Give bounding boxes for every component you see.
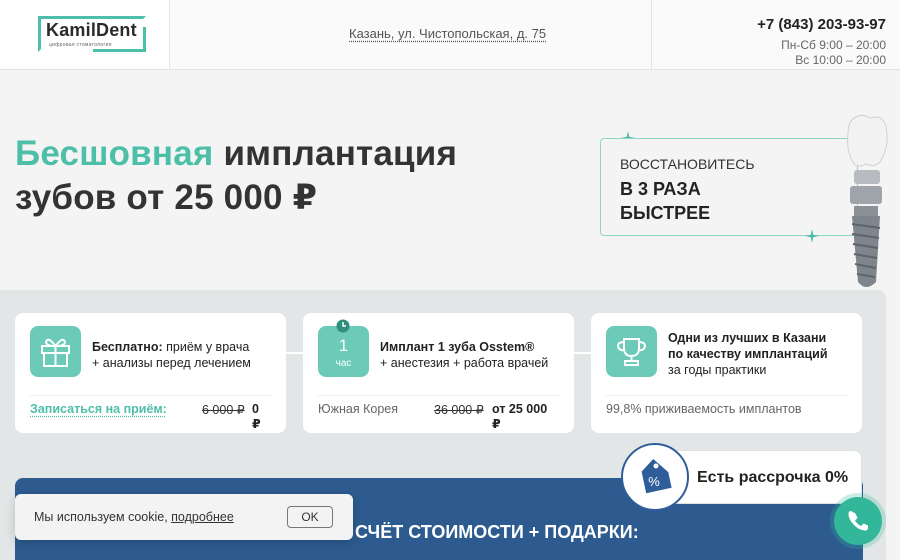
hour-number: 1 [338, 336, 349, 355]
call-button[interactable] [834, 497, 882, 545]
card-bold: Одни из лучших в Казани [668, 331, 827, 345]
new-price: от 25 000 ₽ [492, 402, 548, 431]
card-free-consultation: Бесплатно: приём у врача + анализы перед… [15, 313, 286, 433]
promo-big-text: В 3 РАЗА БЫСТРЕЕ [620, 177, 710, 225]
logo-subtitle: цифровая стоматология [49, 42, 112, 48]
svg-text:%: % [648, 474, 660, 489]
card-text: Имплант 1 зуба Osstem® + анестезия + раб… [380, 339, 548, 371]
old-price: 36 000 ₽ [434, 403, 484, 417]
card-line2: + анестезия + работа врачей [380, 356, 549, 370]
promo-badge: ВОССТАНОВИТЕСЬ В 3 РАЗА БЫСТРЕЕ [600, 138, 858, 236]
percent-tag-icon: % [641, 458, 672, 494]
hours-sunday: Вс 10:00 – 20:00 [795, 53, 886, 67]
banner-text: СЧЁТ СТОИМОСТИ + ПОДАРКИ: [355, 522, 639, 542]
cookie-ok-button[interactable]: OK [287, 506, 333, 528]
hours-weekdays: Пн-Сб 9:00 – 20:00 [781, 38, 886, 52]
site-header: KamilDent цифровая стоматология Казань, … [0, 0, 900, 70]
cookie-text: Мы используем cookie, подробнее [34, 510, 234, 524]
hour-unit: час [335, 358, 352, 369]
implant-hour-tile: 1 час [318, 326, 369, 377]
installment-label: Есть рассрочка 0% [697, 469, 849, 486]
cookie-notice: Мы используем cookie, подробнее OK [15, 494, 353, 540]
logo-name: KamilDent [46, 20, 137, 40]
trophy-icon-tile [606, 326, 657, 377]
card-connector [286, 352, 304, 354]
new-price: 0 ₽ [252, 402, 261, 431]
trophy-icon [616, 338, 647, 366]
card-bold: по качеству имплантаций [668, 347, 828, 361]
card-bold: Имплант 1 зуба Osstem® [380, 340, 535, 354]
card-text: Одни из лучших в Казани по качеству импл… [668, 330, 828, 378]
card-footer: Южная Корея 36 000 ₽ от 25 000 ₽ [318, 402, 559, 431]
hero-title-line2: зубов от 25 000 ₽ [15, 178, 318, 217]
card-best-quality: Одни из лучших в Казани по качеству импл… [591, 313, 862, 433]
promo-line2: БЫСТРЕЕ [620, 203, 711, 223]
gift-icon [41, 338, 70, 367]
cookie-message: Мы используем cookie, [34, 510, 172, 524]
card-divider [318, 395, 559, 396]
hero-title: Бесшовная имплантация зубов от 25 000 ₽ [15, 132, 457, 220]
sparkle-icon [805, 229, 819, 243]
old-price: 6 000 ₽ [202, 403, 245, 417]
percent-tag-icon-circle: % [621, 443, 689, 511]
promo-line1: В 3 РАЗА [620, 179, 701, 199]
card-footer: Записаться на приём: 6 000 ₽ 0 ₽ [30, 402, 271, 431]
card-divider [30, 395, 271, 396]
clock-icon [336, 319, 350, 333]
card-footer: 99,8% приживаемость имплантов [606, 402, 802, 416]
book-appointment-link[interactable]: Записаться на приём: [30, 402, 167, 416]
contact-block: +7 (843) 203-93-97 Пн-Сб 9:00 – 20:00 Вс… [651, 0, 900, 69]
card-bold: Бесплатно: [92, 340, 163, 354]
working-hours: Пн-Сб 9:00 – 20:00 Вс 10:00 – 20:00 [781, 38, 886, 68]
promo-top-text: ВОССТАНОВИТЕСЬ [620, 156, 755, 172]
card-connector [574, 352, 592, 354]
card-divider [606, 395, 847, 396]
card-text: Бесплатно: приём у врача + анализы перед… [92, 339, 251, 371]
phone-link[interactable]: +7 (843) 203-93-97 [757, 16, 886, 33]
implant-country: Южная Корея [318, 402, 398, 416]
logo-link[interactable]: KamilDent цифровая стоматология [0, 0, 170, 69]
gift-icon-tile [30, 326, 81, 377]
cookie-details-link[interactable]: подробнее [171, 510, 234, 524]
hero-title-rest: имплантация [213, 134, 458, 173]
card-line3: за годы практики [668, 363, 767, 377]
dental-implant-image [847, 114, 888, 287]
card-implant-offer: 1 час Имплант 1 зуба Osstem® + анестезия… [303, 313, 574, 433]
phone-icon [848, 511, 868, 531]
installment-badge[interactable]: % Есть рассрочка 0% [621, 443, 862, 511]
hero-title-accent: Бесшовная [15, 134, 214, 173]
card-line2: + анализы перед лечением [92, 356, 251, 370]
address-link[interactable]: Казань, ул. Чистопольская, д. 75 [349, 26, 546, 41]
card-line1: приём у врача [162, 340, 250, 354]
